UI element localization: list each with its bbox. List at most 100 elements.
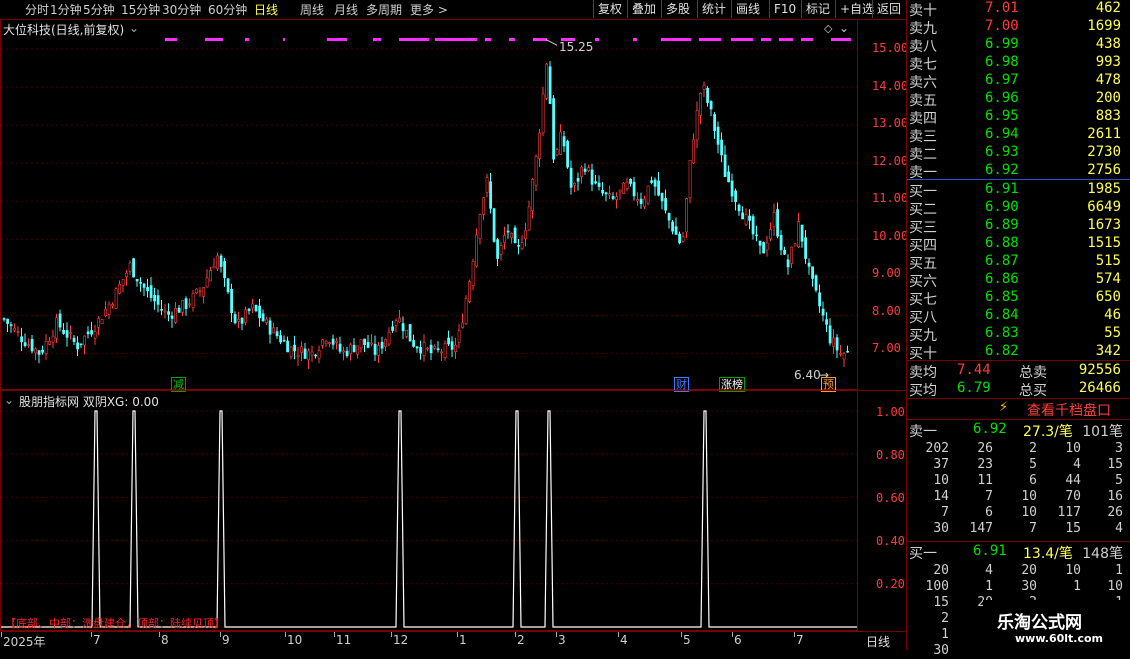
candle-body bbox=[125, 272, 129, 278]
ask-level-row[interactable]: 卖四 6.95 883 bbox=[907, 108, 1130, 127]
candle-body bbox=[503, 235, 507, 243]
toolbar-button-2[interactable]: 多股 bbox=[661, 0, 694, 18]
indicator-chart[interactable]: ⌄ 股朋指标网 双阴XG: 0.00 【底部、中部：洗盘建仓，顶部：陆续见顶】 bbox=[0, 390, 858, 631]
candle-body bbox=[9, 324, 13, 326]
queue-cell: 10 bbox=[1065, 441, 1081, 456]
candle-body bbox=[674, 226, 678, 235]
candle-body bbox=[149, 285, 153, 298]
candle-body bbox=[601, 189, 605, 194]
watermark: 乐淘公式网 www.60lt.com bbox=[983, 600, 1130, 650]
period-tab-10[interactable]: 更多 > bbox=[410, 1, 448, 18]
period-tab-2[interactable]: 5分钟 bbox=[83, 1, 115, 18]
candle-body bbox=[818, 292, 822, 307]
period-tab-8[interactable]: 月线 bbox=[334, 1, 358, 18]
toolbar-button-3[interactable]: 统计 bbox=[697, 0, 730, 18]
signal-dot bbox=[831, 38, 851, 41]
candle-body bbox=[741, 212, 745, 220]
bid-level-row[interactable]: 买四 6.88 1515 bbox=[907, 235, 1130, 254]
bid-level-row[interactable]: 买二 6.90 6649 bbox=[907, 199, 1130, 218]
avg-sell-value: 7.44 bbox=[957, 362, 991, 378]
avg-sell-row: 卖均 7.44 总卖 92556 bbox=[909, 362, 1121, 381]
ask-volume: 2730 bbox=[1087, 144, 1121, 160]
candle-body bbox=[667, 213, 671, 221]
period-tab-4[interactable]: 30分钟 bbox=[162, 1, 201, 18]
bid-price: 6.83 bbox=[985, 325, 1019, 341]
toolbar-button-4[interactable]: 画线 bbox=[731, 0, 764, 18]
bid-level-row[interactable]: 买三 6.89 1673 bbox=[907, 217, 1130, 236]
signal-dot bbox=[485, 38, 491, 41]
candle-body bbox=[324, 340, 328, 345]
candle-body bbox=[41, 349, 45, 353]
ask-volume: 1699 bbox=[1087, 18, 1121, 34]
toolbar-button-6[interactable]: 标记 bbox=[801, 0, 834, 18]
bid-level-row[interactable]: 买五 6.87 515 bbox=[907, 253, 1130, 272]
queue-cell: 4 bbox=[1115, 521, 1123, 536]
ask-price: 6.95 bbox=[985, 108, 1019, 124]
queue-cell: 10 bbox=[1021, 505, 1037, 520]
lightning-icon: ⚡ bbox=[999, 400, 1009, 415]
candle-body bbox=[685, 198, 689, 233]
period-tab-3[interactable]: 15分钟 bbox=[121, 1, 160, 18]
candle-body bbox=[237, 318, 241, 322]
period-tab-7[interactable]: 周线 bbox=[300, 1, 324, 18]
main-chart[interactable]: 大位科技(日线,前复权) ⌄ ◇ ⌄ 15.25 6.40 → 减 财 涨榜 预 bbox=[0, 19, 858, 392]
candle-body bbox=[359, 339, 363, 349]
bid-level-row[interactable]: 买七 6.85 650 bbox=[907, 289, 1130, 308]
ask-level-row[interactable]: 卖九 7.00 1699 bbox=[907, 18, 1130, 37]
candle-body bbox=[713, 114, 717, 131]
candle-body bbox=[776, 209, 780, 237]
ask-level-row[interactable]: 卖三 6.94 2611 bbox=[907, 126, 1130, 145]
period-tab-6[interactable]: 日线 bbox=[254, 1, 278, 18]
toolbar-button-1[interactable]: 叠加 bbox=[627, 0, 660, 18]
signal-dot bbox=[509, 38, 515, 41]
period-tab-1[interactable]: 1分钟 bbox=[50, 1, 82, 18]
ask-level-row[interactable]: 卖二 6.93 2730 bbox=[907, 144, 1130, 163]
ask-level-row[interactable]: 卖五 6.96 200 bbox=[907, 90, 1130, 109]
candle-body bbox=[244, 309, 248, 323]
candle-body bbox=[139, 282, 143, 284]
indicator-tick-label: 0.60 bbox=[876, 491, 905, 505]
period-tab-daily[interactable]: 日线 bbox=[866, 633, 890, 650]
period-tab-5[interactable]: 60分钟 bbox=[208, 1, 247, 18]
toolbar-button-5[interactable]: F10 bbox=[769, 0, 800, 18]
bid-price: 6.86 bbox=[985, 271, 1019, 287]
signal-dot bbox=[801, 38, 813, 41]
candle-body bbox=[251, 303, 255, 309]
toolbar-button-8[interactable]: 返回 bbox=[872, 0, 905, 18]
queue-cell: 10 bbox=[933, 473, 949, 488]
signal-dot bbox=[399, 38, 429, 41]
candle-body bbox=[793, 243, 797, 247]
view-depth-button[interactable]: ⚡ 查看千档盘口 bbox=[907, 399, 1130, 419]
candle-body bbox=[839, 353, 843, 355]
ask-level-row[interactable]: 卖六 6.97 478 bbox=[907, 72, 1130, 91]
period-tab-0[interactable]: 分时 bbox=[25, 1, 49, 18]
bid-level-row[interactable]: 买九 6.83 55 bbox=[907, 325, 1130, 344]
candle-body bbox=[828, 325, 832, 344]
price-axis: 15.00 14.00 13.00 12.00 11.00 10.00 9.00 8.00 7.… bbox=[858, 19, 908, 391]
candle-body bbox=[345, 350, 349, 357]
ask-level-row[interactable]: 卖八 6.99 438 bbox=[907, 36, 1130, 55]
candle-body bbox=[734, 190, 738, 203]
candle-body bbox=[83, 335, 87, 346]
queue-row: 37 23 5 4 15 bbox=[907, 457, 1130, 473]
candle-body bbox=[279, 335, 283, 343]
candle-body bbox=[580, 166, 584, 177]
period-tab-9[interactable]: 多周期 bbox=[366, 1, 402, 18]
candle-body bbox=[639, 198, 643, 204]
bid-level-row[interactable]: 买一 6.91 1985 bbox=[907, 181, 1130, 200]
queue-cell: 117 bbox=[1057, 505, 1081, 520]
ask-level-row[interactable]: 卖七 6.98 993 bbox=[907, 54, 1130, 73]
high-price-label: 15.25 bbox=[559, 40, 594, 54]
candle-body bbox=[597, 182, 601, 187]
bid-level-row[interactable]: 买十 6.82 342 bbox=[907, 343, 1130, 362]
candle-body bbox=[300, 346, 304, 353]
ask-level-row[interactable]: 卖十 7.01 462 bbox=[907, 0, 1130, 19]
queue-cell: 4 bbox=[1073, 457, 1081, 472]
candle-body bbox=[188, 303, 192, 306]
toolbar-button-0[interactable]: 复权 bbox=[593, 0, 626, 18]
indicator-axis: 1.00 0.80 0.60 0.40 0.20 bbox=[858, 390, 906, 632]
ask-level-row[interactable]: 卖一 6.92 2756 bbox=[907, 162, 1130, 181]
bid-level-row[interactable]: 买六 6.86 574 bbox=[907, 271, 1130, 290]
candle-body bbox=[541, 93, 545, 134]
bid-level-row[interactable]: 买八 6.84 46 bbox=[907, 307, 1130, 326]
